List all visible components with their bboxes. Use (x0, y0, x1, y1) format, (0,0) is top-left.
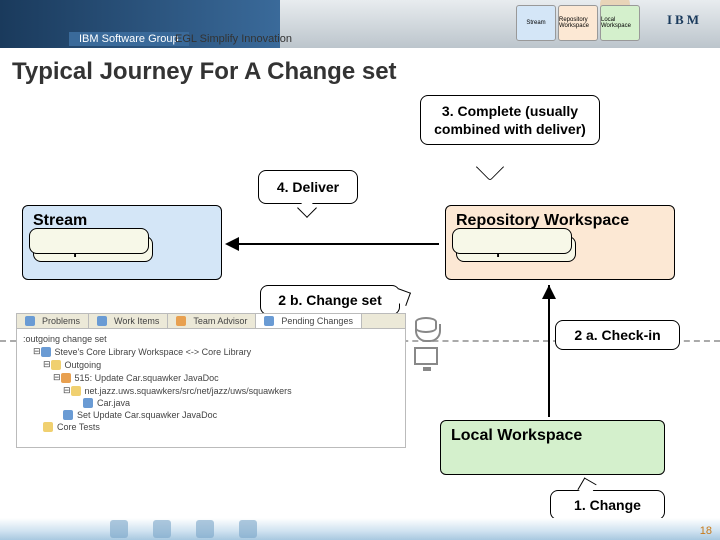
tree-label: Core Tests (57, 422, 100, 432)
tree-label: Steve's Core Library Workspace <-> Core … (55, 347, 252, 357)
footer-icon (110, 520, 128, 538)
footer-icon (153, 520, 171, 538)
step-2a-checkin: 2 a. Check-in (555, 320, 680, 350)
changeset-icon (61, 373, 71, 383)
ide-body: : outgoing change set ⊟ Steve's Core Lib… (17, 329, 405, 437)
tab-icon (97, 316, 107, 326)
arrow-line (239, 243, 439, 245)
checkin-arrow (548, 285, 550, 417)
step-2b-change-set: 2 b. Change set (260, 285, 400, 315)
diagram-canvas: 3. Complete (usually combined with deliv… (0, 95, 720, 515)
tree-row[interactable]: Core Tests (23, 421, 399, 433)
tab-pending-changes[interactable]: Pending Changes (256, 314, 362, 328)
header-bar: IBM Software Group EGL Simplify Innovati… (0, 0, 720, 48)
component-back (452, 228, 572, 254)
mini-repo: Repository Workspace (558, 5, 598, 41)
page-title: Typical Journey For A Change set (12, 58, 720, 86)
callout-tail (476, 153, 504, 181)
footer-icon (239, 520, 257, 538)
database-icon (415, 317, 437, 333)
tree-row[interactable]: ⊟ 515: Update Car.squawker JavaDoc (23, 371, 399, 384)
tab-label: Problems (42, 316, 80, 326)
tab-team-advisor[interactable]: Team Advisor (168, 314, 256, 328)
stream-box: Stream Component (22, 205, 222, 280)
local-workspace-box: Local Workspace (440, 420, 665, 475)
tab-label: Work Items (114, 316, 159, 326)
footer-bar: 18 (0, 518, 720, 540)
tree-row[interactable]: ⊟ Outgoing (23, 358, 399, 371)
package-icon (71, 386, 81, 396)
tree-label: Outgoing (65, 360, 102, 370)
repo-label: Repository Workspace (456, 212, 629, 229)
tree-label: 515: Update Car.squawker JavaDoc (75, 373, 219, 383)
repository-workspace-box: Repository Workspace Component (445, 205, 675, 280)
component-back (29, 228, 149, 254)
folder-icon (51, 360, 61, 370)
tab-work-items[interactable]: Work Items (89, 314, 168, 328)
mini-diagram: Stream Repository Workspace Local Worksp… (516, 5, 640, 41)
page-number: 18 (700, 525, 712, 537)
tab-problems[interactable]: Problems (17, 314, 89, 328)
tab-icon (264, 316, 274, 326)
folder-icon (43, 422, 53, 432)
tree-label: Car.java (97, 398, 130, 408)
workspace-icon (41, 347, 51, 357)
tab-icon (25, 316, 35, 326)
group-label: IBM Software Group (69, 32, 189, 46)
tree-row[interactable]: Set Update Car.squawker JavaDoc (23, 409, 399, 421)
mini-local: Local Workspace (600, 5, 640, 41)
mini-stream: Stream (516, 5, 556, 41)
tree-row[interactable]: ⊟ Steve's Core Library Workspace <-> Cor… (23, 345, 399, 358)
file-icon (83, 398, 93, 408)
tab-icon (176, 316, 186, 326)
ide-panel: Problems Work Items Team Advisor Pending… (16, 313, 406, 448)
local-label: Local Workspace (451, 427, 582, 444)
tree-row[interactable]: ⊟ net.jazz.uws.squawkers/src/net/jazz/uw… (23, 384, 399, 397)
arrow-head-icon (225, 237, 239, 251)
ide-tab-bar: Problems Work Items Team Advisor Pending… (17, 314, 405, 329)
monitor-icon (414, 347, 438, 365)
tagline: EGL Simplify Innovation (175, 33, 292, 45)
step-1-change: 1. Change (550, 490, 665, 520)
component-stack: Component (456, 236, 576, 262)
section-label: outgoing change set (26, 334, 107, 344)
stream-label: Stream (33, 212, 87, 229)
tree-label: net.jazz.uws.squawkers/src/net/jazz/uws/… (85, 386, 292, 396)
ide-section: : outgoing change set (23, 333, 399, 345)
deliver-arrow (225, 237, 443, 251)
footer-icons (110, 520, 257, 538)
step-3-complete: 3. Complete (usually combined with deliv… (420, 95, 600, 145)
tree-row[interactable]: Car.java (23, 397, 399, 409)
footer-icon (196, 520, 214, 538)
tree-label: Set Update Car.squawker JavaDoc (77, 410, 217, 420)
set-icon (63, 410, 73, 420)
component-stack: Component (33, 236, 153, 262)
ibm-logo: IBM (667, 12, 702, 28)
tab-label: Pending Changes (281, 316, 353, 326)
tab-label: Team Advisor (193, 316, 247, 326)
